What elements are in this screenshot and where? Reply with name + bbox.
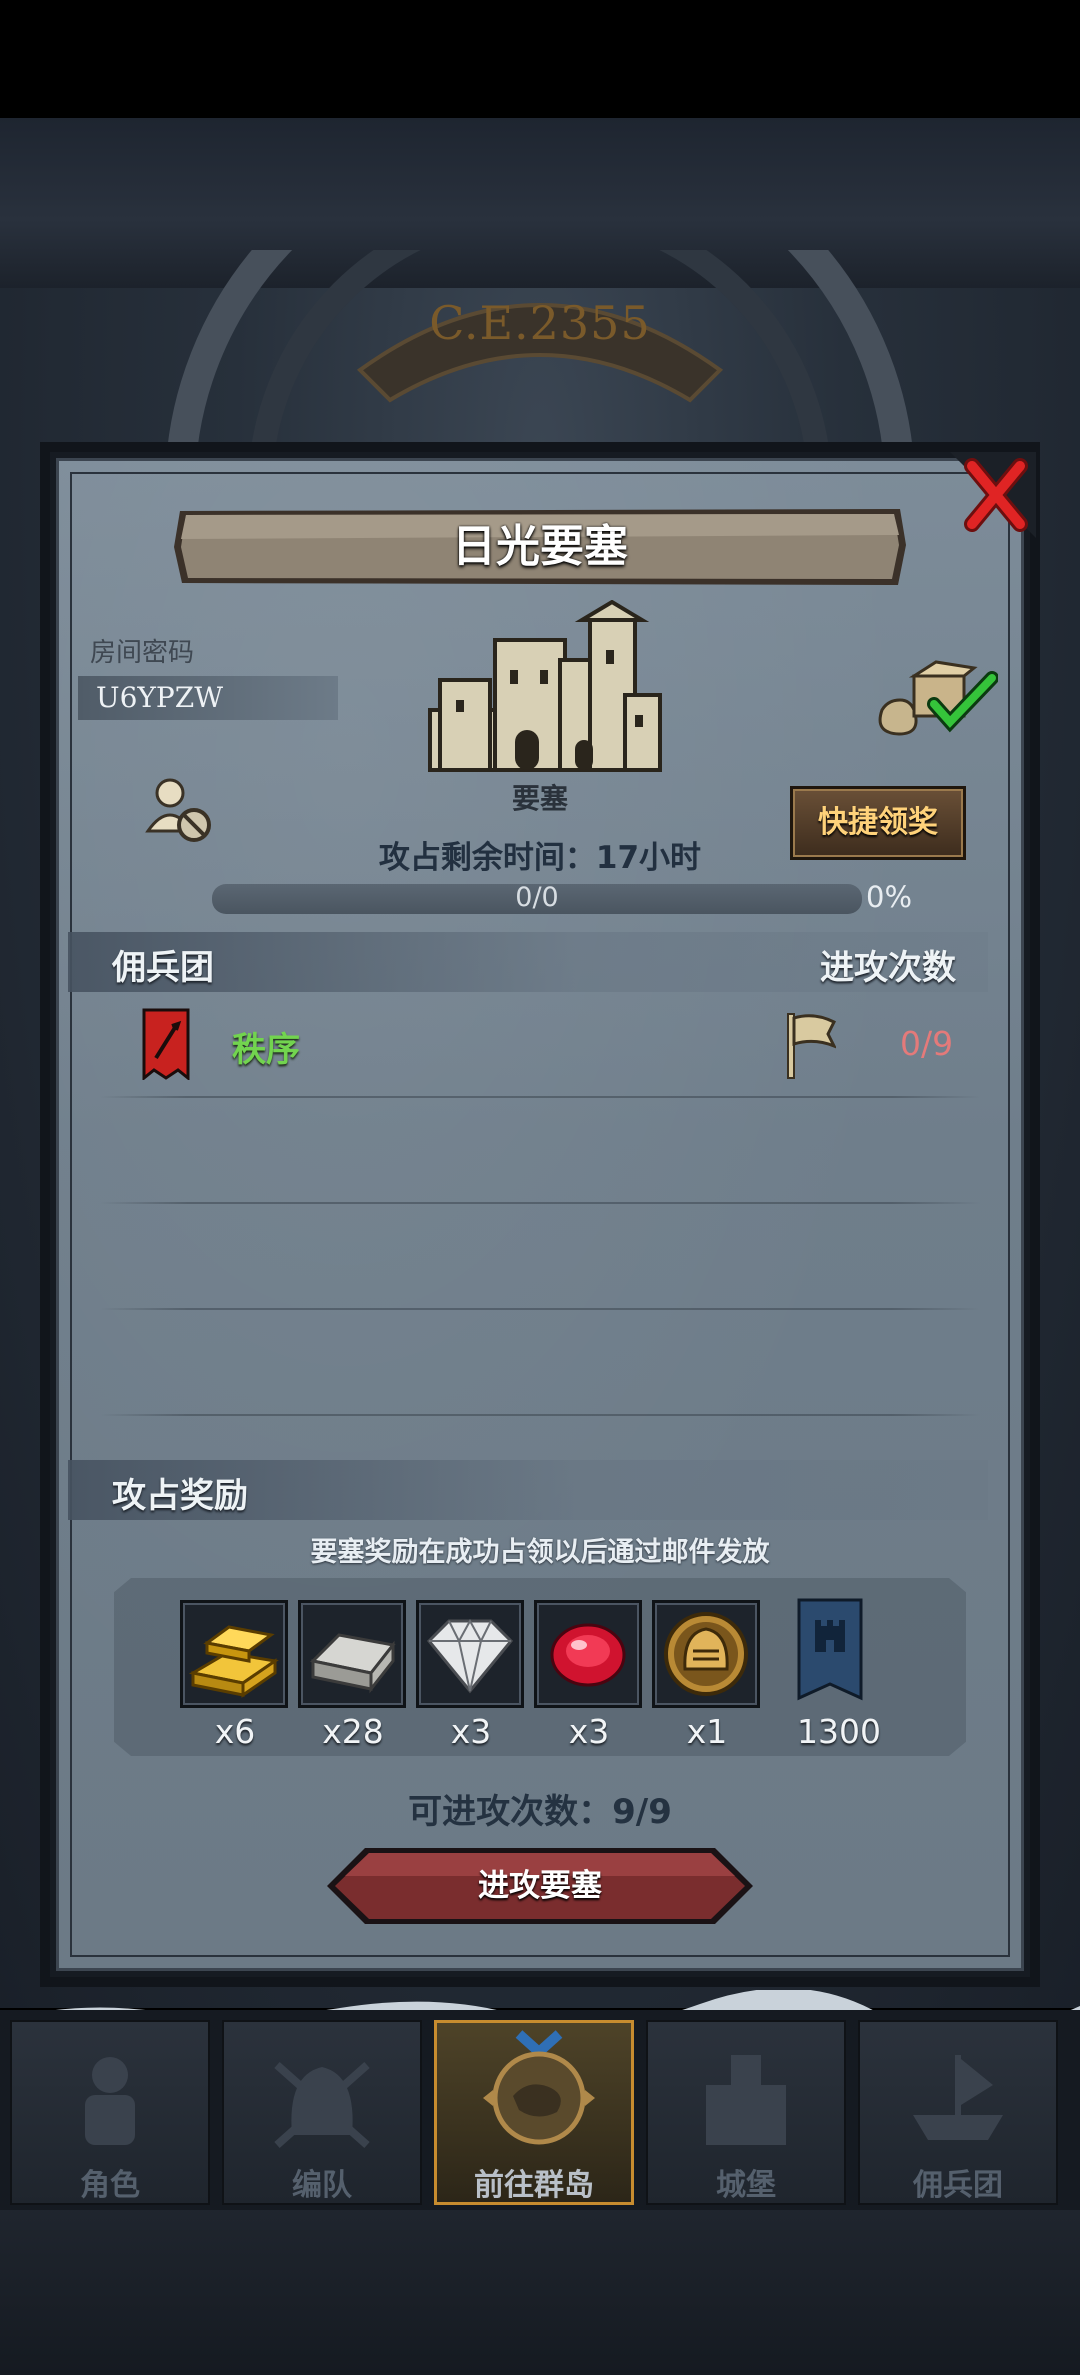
quick-claim-button[interactable]: 快捷领奖 xyxy=(790,786,966,860)
progress-percent: 0% xyxy=(866,880,913,914)
gold-bars-icon xyxy=(188,1625,279,1698)
iron-ingot-icon xyxy=(309,1633,396,1694)
nav-label-character: 角色 xyxy=(80,2168,140,2203)
dialog-title: 日光要塞 xyxy=(452,521,628,572)
guild-banner-icon xyxy=(142,1008,190,1080)
nav-label-guild: 佣兵团 xyxy=(913,2168,1003,2203)
reward-qty: x1 xyxy=(686,1712,728,1751)
reward-item-fortress-banner[interactable] xyxy=(795,1598,865,1702)
helmet-swords-icon xyxy=(274,2062,370,2148)
fortress-banner-icon xyxy=(797,1598,863,1701)
reward-qty: x6 xyxy=(214,1712,256,1751)
row-divider xyxy=(100,1096,980,1098)
reward-item-diamond[interactable] xyxy=(416,1600,524,1708)
progress-text: 0/0 xyxy=(515,882,559,913)
reward-item-helmet-coin[interactable] xyxy=(652,1600,760,1708)
reward-item-ruby[interactable] xyxy=(534,1600,642,1708)
table-header-attacks: 进攻次数 xyxy=(820,948,956,988)
reward-qty: x3 xyxy=(568,1712,610,1751)
diamond-icon xyxy=(426,1618,514,1694)
row-divider xyxy=(100,1308,980,1310)
rewards-title: 攻占奖励 xyxy=(112,1476,248,1516)
ship-icon xyxy=(913,2055,1003,2140)
fortress-type: 要塞 xyxy=(511,782,568,815)
knight-icon xyxy=(85,2057,135,2145)
nav-label-castle: 城堡 xyxy=(716,2168,776,2203)
ruby-icon xyxy=(550,1623,626,1687)
room-code-label: 房间密码 xyxy=(90,638,195,668)
knight-helmet-coin-icon xyxy=(664,1612,748,1696)
flag-icon xyxy=(787,1013,836,1079)
reward-item-gold[interactable] xyxy=(180,1600,288,1708)
reward-item-iron[interactable] xyxy=(298,1600,406,1708)
attack-count: 0/9 xyxy=(900,1024,954,1063)
reward-qty: 1300 xyxy=(797,1712,881,1751)
table-header-guild: 佣兵团 xyxy=(112,948,214,988)
close-icon[interactable] xyxy=(950,452,1036,538)
guild-name: 秩序 xyxy=(232,1030,300,1070)
attack-fortress-label[interactable]: 进攻要塞 xyxy=(325,1846,755,1926)
attempts-remaining: 可进攻次数：9/9 xyxy=(408,1792,672,1832)
reward-note: 要塞奖励在成功占领以后通过邮件发放 xyxy=(310,1537,770,1568)
nav-label-formation: 编队 xyxy=(292,2168,352,2203)
bottom-band xyxy=(0,2200,1080,2375)
status-bar-area xyxy=(0,0,1080,118)
fortress-icon xyxy=(428,600,662,772)
row-divider xyxy=(100,1414,980,1416)
reward-claimed-icon[interactable] xyxy=(874,658,998,738)
no-players-icon xyxy=(145,778,211,842)
reward-qty: x3 xyxy=(450,1712,492,1751)
reward-qty: x28 xyxy=(322,1712,384,1751)
castle-icon xyxy=(706,2055,786,2145)
room-code: U6YPZW xyxy=(78,676,338,720)
row-divider xyxy=(100,1202,980,1204)
island-map-icon xyxy=(483,2030,595,2145)
era-label: C.E.2355 xyxy=(429,296,651,350)
nav-label-islands: 前往群岛 xyxy=(474,2168,594,2203)
remaining-time: 攻占剩余时间：17小时 xyxy=(378,840,702,876)
